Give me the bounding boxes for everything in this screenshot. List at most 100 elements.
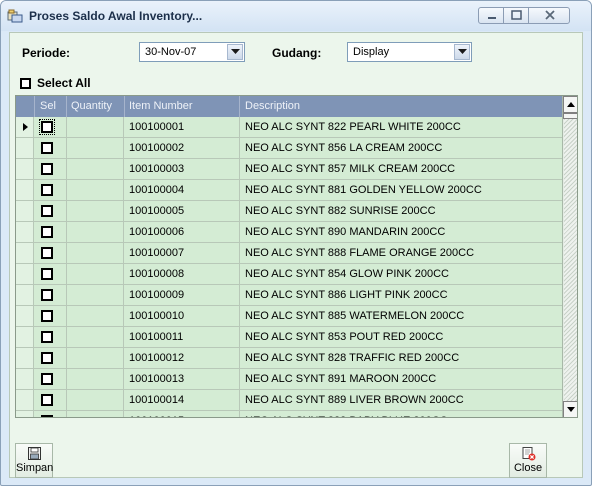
description-cell: NEO ALC SYNT 888 FLAME ORANGE 200CC — [245, 247, 475, 259]
select-all-checkbox[interactable] — [20, 78, 31, 89]
table-row[interactable]: 100100004 NEO ALC SYNT 881 GOLDEN YELLOW … — [16, 180, 562, 201]
quantity-cell[interactable] — [66, 117, 124, 137]
periode-dropdown-button[interactable] — [227, 44, 243, 60]
scroll-up-button[interactable] — [563, 96, 577, 113]
table-row[interactable]: 100100015 NEO ALC SYNT 823 BABY BLUE 200C… — [16, 411, 562, 417]
table-row[interactable]: 100100005 NEO ALC SYNT 882 SUNRISE 200CC — [16, 201, 562, 222]
row-select-checkbox[interactable] — [41, 268, 53, 280]
item-number-cell: 100100011 — [129, 331, 184, 343]
vertical-scrollbar[interactable] — [562, 96, 577, 417]
item-number-cell: 100100004 — [129, 184, 185, 196]
simpan-button[interactable]: Simpan — [15, 443, 53, 478]
column-divider — [239, 138, 240, 158]
scroll-down-button[interactable] — [563, 401, 577, 417]
row-select-checkbox[interactable] — [41, 394, 53, 406]
col-header-item-number[interactable]: Item Number — [129, 100, 193, 112]
row-selector[interactable] — [16, 159, 34, 179]
row-selector[interactable] — [16, 117, 34, 137]
quantity-cell[interactable] — [66, 180, 124, 200]
row-select-checkbox[interactable] — [41, 142, 53, 154]
quantity-cell[interactable] — [66, 138, 124, 158]
table-row[interactable]: 100100011 NEO ALC SYNT 853 POUT RED 200CC — [16, 327, 562, 348]
quantity-cell[interactable] — [66, 411, 124, 417]
row-selector[interactable] — [16, 243, 34, 263]
row-selector[interactable] — [16, 348, 34, 368]
col-header-sel[interactable]: Sel — [40, 100, 56, 112]
quantity-cell[interactable] — [66, 243, 124, 263]
row-selector[interactable] — [16, 180, 34, 200]
items-grid[interactable]: Sel Quantity Item Number Description 100… — [15, 95, 578, 418]
row-select-checkbox[interactable] — [41, 331, 53, 343]
quantity-cell[interactable] — [66, 348, 124, 368]
description-cell: NEO ALC SYNT 853 POUT RED 200CC — [245, 331, 444, 343]
gudang-dropdown-button[interactable] — [454, 44, 470, 60]
column-divider — [239, 264, 240, 284]
table-row[interactable]: 100100003 NEO ALC SYNT 857 MILK CREAM 200… — [16, 159, 562, 180]
description-cell: NEO ALC SYNT 881 GOLDEN YELLOW 200CC — [245, 184, 482, 196]
table-row[interactable]: 100100012 NEO ALC SYNT 828 TRAFFIC RED 20… — [16, 348, 562, 369]
table-row[interactable]: 100100006 NEO ALC SYNT 890 MANDARIN 200CC — [16, 222, 562, 243]
scroll-track[interactable] — [564, 119, 577, 401]
row-selector[interactable] — [16, 390, 34, 410]
column-divider — [239, 285, 240, 305]
table-row[interactable]: 100100014 NEO ALC SYNT 889 LIVER BROWN 20… — [16, 390, 562, 411]
periode-combo[interactable]: 30-Nov-07 — [139, 42, 245, 62]
row-selector[interactable] — [16, 222, 34, 242]
arrow-down-icon — [567, 407, 575, 412]
item-number-cell: 100100010 — [129, 310, 185, 322]
table-row[interactable]: 100100001 NEO ALC SYNT 822 PEARL WHITE 20… — [16, 117, 562, 138]
table-row[interactable]: 100100002 NEO ALC SYNT 856 LA CREAM 200CC — [16, 138, 562, 159]
description-cell: NEO ALC SYNT 891 MAROON 200CC — [245, 373, 437, 385]
description-cell: NEO ALC SYNT 889 LIVER BROWN 200CC — [245, 394, 464, 406]
title-bar[interactable]: Proses Saldo Awal Inventory... — [1, 1, 591, 31]
window-title: Proses Saldo Awal Inventory... — [29, 9, 203, 23]
row-select-checkbox[interactable] — [41, 289, 53, 301]
row-select-checkbox[interactable] — [41, 247, 53, 259]
row-selector[interactable] — [16, 411, 34, 417]
row-select-checkbox[interactable] — [41, 373, 53, 385]
row-selector[interactable] — [16, 327, 34, 347]
row-select-checkbox[interactable] — [41, 205, 53, 217]
chevron-down-icon — [458, 49, 467, 54]
quantity-cell[interactable] — [66, 306, 124, 326]
row-selector[interactable] — [16, 138, 34, 158]
gudang-combo[interactable]: Display — [347, 42, 472, 62]
table-row[interactable]: 100100007 NEO ALC SYNT 888 FLAME ORANGE 2… — [16, 243, 562, 264]
quantity-cell[interactable] — [66, 369, 124, 389]
row-select-checkbox[interactable] — [41, 226, 53, 238]
column-divider — [239, 411, 240, 417]
quantity-cell[interactable] — [66, 285, 124, 305]
row-selector[interactable] — [16, 285, 34, 305]
column-divider — [239, 327, 240, 347]
quantity-cell[interactable] — [66, 201, 124, 221]
row-select-checkbox[interactable] — [41, 415, 53, 417]
row-select-checkbox[interactable] — [41, 163, 53, 175]
table-row[interactable]: 100100009 NEO ALC SYNT 886 LIGHT PINK 200… — [16, 285, 562, 306]
quantity-cell[interactable] — [66, 222, 124, 242]
item-number-cell: 100100003 — [129, 163, 185, 175]
quantity-cell[interactable] — [66, 390, 124, 410]
item-number-cell: 100100006 — [129, 226, 185, 238]
quantity-cell[interactable] — [66, 264, 124, 284]
table-row[interactable]: 100100008 NEO ALC SYNT 854 GLOW PINK 200C… — [16, 264, 562, 285]
row-select-checkbox[interactable] — [41, 310, 53, 322]
row-select-checkbox[interactable] — [41, 184, 53, 196]
row-selector[interactable] — [16, 369, 34, 389]
row-select-checkbox[interactable] — [41, 352, 53, 364]
row-select-checkbox[interactable] — [39, 119, 55, 135]
row-selector[interactable] — [16, 201, 34, 221]
close-window-button[interactable] — [528, 7, 570, 24]
row-selector[interactable] — [16, 306, 34, 326]
row-selector[interactable] — [16, 264, 34, 284]
minimize-button[interactable] — [478, 7, 504, 24]
header-divider — [124, 96, 125, 117]
table-row[interactable]: 100100010 NEO ALC SYNT 885 WATERMELON 200… — [16, 306, 562, 327]
close-button[interactable]: Close — [509, 443, 547, 478]
quantity-cell[interactable] — [66, 327, 124, 347]
item-number-cell: 100100007 — [129, 247, 185, 259]
col-header-quantity[interactable]: Quantity — [71, 100, 112, 112]
quantity-cell[interactable] — [66, 159, 124, 179]
table-row[interactable]: 100100013 NEO ALC SYNT 891 MAROON 200CC — [16, 369, 562, 390]
col-header-description[interactable]: Description — [245, 100, 300, 112]
maximize-button[interactable] — [503, 7, 529, 24]
